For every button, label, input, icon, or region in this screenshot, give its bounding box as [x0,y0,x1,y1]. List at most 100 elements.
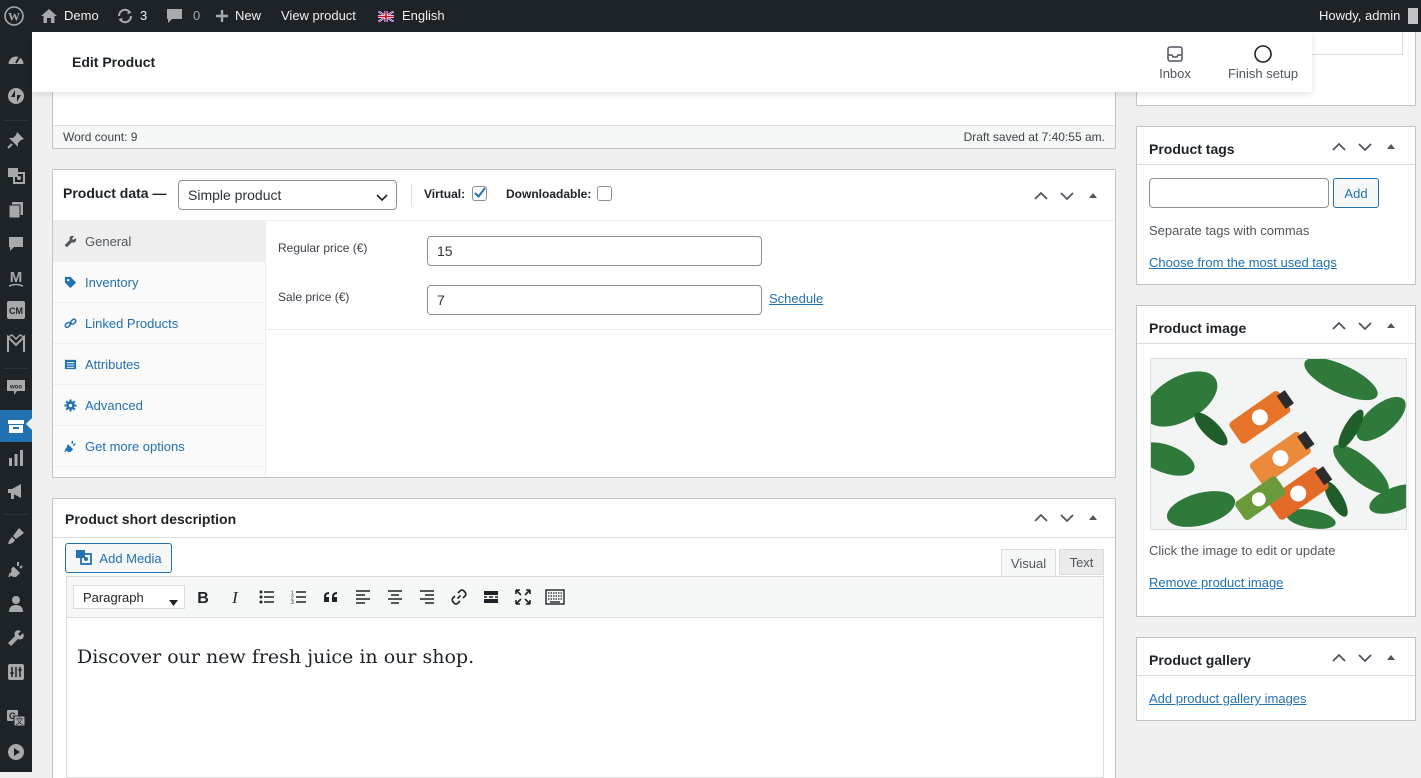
blockquote-icon[interactable] [321,587,341,607]
align-left-icon[interactable] [353,587,373,607]
keyboard-toolbar-toggle-icon[interactable] [545,587,565,607]
sale-price-input[interactable]: 7 [427,285,762,315]
jetpack-icon[interactable] [0,82,32,110]
move-down-icon[interactable] [1059,510,1075,526]
remove-product-image-link[interactable]: Remove product image [1149,575,1283,590]
numbered-list-icon[interactable]: 123 [289,587,309,607]
product-type-select[interactable]: Simple product [178,180,397,210]
fullscreen-icon[interactable] [513,587,533,607]
marketing-megaphone-icon[interactable] [0,478,32,506]
tab-attributes[interactable]: Attributes [53,344,265,385]
cm-icon[interactable]: CM [0,296,32,324]
plugins-icon[interactable] [0,556,32,584]
gear-icon [63,398,77,412]
product-tags-panel: Product tags Add Separate tags with comm… [1136,126,1416,285]
collapse-toggle-icon[interactable] [1383,650,1399,666]
site-name-link[interactable]: Demo [40,0,99,32]
tag-input[interactable] [1149,178,1329,208]
view-product-link[interactable]: View product [281,0,356,32]
downloadable-checkbox[interactable] [597,186,612,201]
mailchimp-icon[interactable] [0,330,32,358]
updates-link[interactable]: 3 [116,0,147,32]
users-icon[interactable] [0,590,32,618]
add-tag-button[interactable]: Add [1333,178,1379,208]
collapse-toggle-icon[interactable] [1383,139,1399,155]
tab-linked-products[interactable]: Linked Products [53,303,265,344]
short-description-panel: Product short description Add Media Visu… [52,498,1116,778]
admin-menu: M CM woo G文 [0,32,32,772]
translate-icon[interactable]: G文 [0,704,32,732]
dashboard-icon[interactable] [0,46,32,74]
comments-icon[interactable] [0,230,32,258]
tab-general[interactable]: General [53,221,265,262]
move-up-icon[interactable] [1331,318,1347,334]
align-center-icon[interactable] [385,587,405,607]
progress-circle-icon [1223,44,1303,64]
virtual-checkbox[interactable] [472,186,487,201]
products-icon[interactable] [0,410,32,442]
tab-get-more-options-label: Get more options [85,438,185,454]
add-media-button[interactable]: Add Media [65,543,172,573]
woocommerce-icon[interactable]: woo [0,374,32,402]
tab-attributes-label: Attributes [85,356,140,372]
home-icon [40,8,58,24]
add-gallery-images-link[interactable]: Add product gallery images [1149,691,1307,706]
tab-visual[interactable]: Visual [1001,549,1056,576]
pushpin-icon[interactable] [0,126,32,154]
read-more-icon[interactable] [481,587,501,607]
inbox-button[interactable]: Inbox [1135,44,1215,81]
format-select-value: Paragraph [83,589,144,605]
product-gallery-title: Product gallery [1149,652,1251,668]
move-down-icon[interactable] [1357,318,1373,334]
my-account-link[interactable]: Howdy, admin [1319,0,1419,32]
pages-icon[interactable] [0,196,32,224]
product-image-hint: Click the image to edit or update [1149,543,1336,558]
insert-link-icon[interactable] [449,587,469,607]
sale-price-value: 7 [437,292,445,308]
italic-icon[interactable]: I [225,587,245,607]
settings-icon[interactable] [0,658,32,686]
schedule-link[interactable]: Schedule [769,291,823,306]
tab-get-more-options[interactable]: Get more options [53,426,265,467]
product-type-value: Simple product [188,187,282,203]
regular-price-input[interactable]: 15 [427,236,762,266]
short-description-editor[interactable]: Discover our new fresh juice in our shop… [66,618,1104,778]
finish-setup-button[interactable]: Finish setup [1223,44,1303,81]
appearance-brush-icon[interactable] [0,522,32,550]
play-collapse-icon[interactable] [0,738,32,766]
bold-icon[interactable]: B [193,587,213,607]
align-right-icon[interactable] [417,587,437,607]
collapse-toggle-icon[interactable] [1085,188,1101,204]
tab-general-label: General [85,233,132,249]
move-up-icon[interactable] [1331,650,1347,666]
move-down-icon[interactable] [1357,139,1373,155]
move-down-icon[interactable] [1357,650,1373,666]
regular-price-label: Regular price (€) [278,241,368,255]
downloadable-label: Downloadable: [506,187,592,201]
tab-inventory[interactable]: Inventory [53,262,265,303]
comments-link[interactable]: 0 [166,0,200,32]
mailpoet-icon[interactable]: M [0,264,32,292]
media-icon [75,549,93,568]
tools-wrench-icon[interactable] [0,624,32,652]
media-icon[interactable] [0,161,32,189]
new-content-link[interactable]: New [215,0,261,32]
language-switcher[interactable]: English [378,0,445,32]
move-down-icon[interactable] [1059,188,1075,204]
format-select[interactable]: Paragraph [73,585,185,609]
avatar [1408,8,1419,24]
move-up-icon[interactable] [1331,139,1347,155]
tab-text[interactable]: Text [1059,549,1104,575]
wordpress-logo-icon[interactable]: W [4,0,24,32]
collapse-toggle-icon[interactable] [1085,510,1101,526]
move-up-icon[interactable] [1033,188,1049,204]
bullet-list-icon[interactable] [257,587,277,607]
tags-hint: Separate tags with commas [1149,223,1310,238]
tab-advanced[interactable]: Advanced [53,385,265,426]
collapse-toggle-icon[interactable] [1383,318,1399,334]
analytics-icon[interactable] [0,444,32,472]
move-up-icon[interactable] [1033,510,1049,526]
word-count: Word count: 9 [63,130,138,144]
product-image-thumbnail[interactable] [1150,358,1407,530]
choose-most-used-tags-link[interactable]: Choose from the most used tags [1149,255,1337,270]
